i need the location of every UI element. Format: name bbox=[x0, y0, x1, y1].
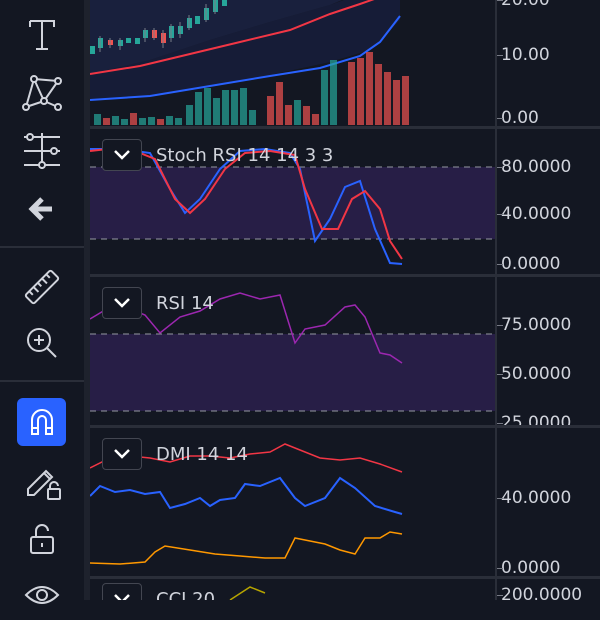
eye-icon[interactable] bbox=[12, 570, 72, 620]
chevron-down-icon bbox=[114, 150, 130, 160]
rsi-scale[interactable]: 75.0000 50.0000 25.0000 bbox=[495, 277, 600, 433]
text-tool-icon[interactable] bbox=[12, 10, 72, 60]
indicator-title: RSI 14 bbox=[156, 292, 214, 314]
ruler-icon[interactable] bbox=[12, 262, 72, 312]
back-arrow-icon[interactable] bbox=[12, 184, 72, 234]
cci-tick-200: 200.0000 bbox=[496, 585, 582, 600]
cci-pane[interactable]: CCI 20 200.0000 bbox=[90, 579, 600, 600]
rsi-legend: RSI 14 bbox=[102, 287, 214, 319]
collapse-legend-button[interactable] bbox=[102, 438, 142, 470]
collapse-legend-button[interactable] bbox=[102, 583, 142, 600]
pattern-tool-icon[interactable] bbox=[12, 68, 72, 118]
magnet-icon[interactable] bbox=[17, 398, 66, 446]
price-plot[interactable] bbox=[90, 0, 495, 127]
stoch-tick-80: 80.0000 bbox=[496, 157, 572, 177]
price-tick-0: 0.00 bbox=[497, 108, 539, 128]
dmi-scale[interactable]: 40.0000 0.0000 bbox=[495, 428, 600, 578]
rsi-tick-75: 75.0000 bbox=[496, 315, 572, 335]
stoch-tick-0: 0.0000 bbox=[496, 254, 561, 274]
indicator-title: Stoch RSI 14 14 3 3 bbox=[156, 144, 334, 166]
toolbar-divider bbox=[0, 380, 84, 382]
price-pane[interactable]: 20.00 10.00 0.00 bbox=[90, 0, 600, 128]
rsi-tick-50: 50.0000 bbox=[496, 364, 572, 384]
rsi-pane[interactable]: RSI 14 75.0000 50.0000 25.0000 bbox=[90, 277, 600, 433]
indicator-title: DMI 14 14 bbox=[156, 443, 248, 465]
price-tick-10: 10.00 bbox=[497, 45, 550, 65]
dmi-tick-40: 40.0000 bbox=[496, 488, 572, 508]
chevron-down-icon bbox=[114, 594, 130, 600]
chevron-down-icon bbox=[114, 449, 130, 459]
price-tick-top: 20.00 bbox=[497, 0, 550, 10]
stoch-tick-40: 40.0000 bbox=[496, 204, 572, 224]
stoch-rsi-legend: Stoch RSI 14 14 3 3 bbox=[102, 139, 333, 171]
toolbar-divider bbox=[0, 246, 84, 248]
cci-legend: CCI 20 bbox=[102, 583, 215, 600]
stoch-rsi-scale[interactable]: 80.0000 40.0000 0.0000 bbox=[495, 129, 600, 274]
dmi-pane[interactable]: DMI 14 14 40.0000 0.0000 bbox=[90, 428, 600, 578]
drawing-toolbar bbox=[0, 0, 84, 604]
collapse-legend-button[interactable] bbox=[102, 287, 142, 319]
chevron-down-icon bbox=[114, 298, 130, 308]
collapse-legend-button[interactable] bbox=[102, 139, 142, 171]
chart-area: 20.00 10.00 0.00 Stoch RSI 14 14 3 3 80.… bbox=[90, 0, 600, 600]
cci-scale[interactable]: 200.0000 bbox=[495, 579, 600, 600]
lock-drawing-icon[interactable] bbox=[12, 456, 72, 506]
price-scale[interactable]: 20.00 10.00 0.00 bbox=[495, 0, 600, 128]
zoom-in-icon[interactable] bbox=[12, 318, 72, 368]
dmi-legend: DMI 14 14 bbox=[102, 438, 248, 470]
fib-tool-icon[interactable] bbox=[12, 126, 72, 176]
unlock-icon[interactable] bbox=[12, 514, 72, 564]
stoch-rsi-pane[interactable]: Stoch RSI 14 14 3 3 80.0000 40.0000 0.00… bbox=[90, 129, 600, 274]
indicator-title: CCI 20 bbox=[156, 588, 216, 601]
dmi-tick-0: 0.0000 bbox=[496, 558, 561, 578]
